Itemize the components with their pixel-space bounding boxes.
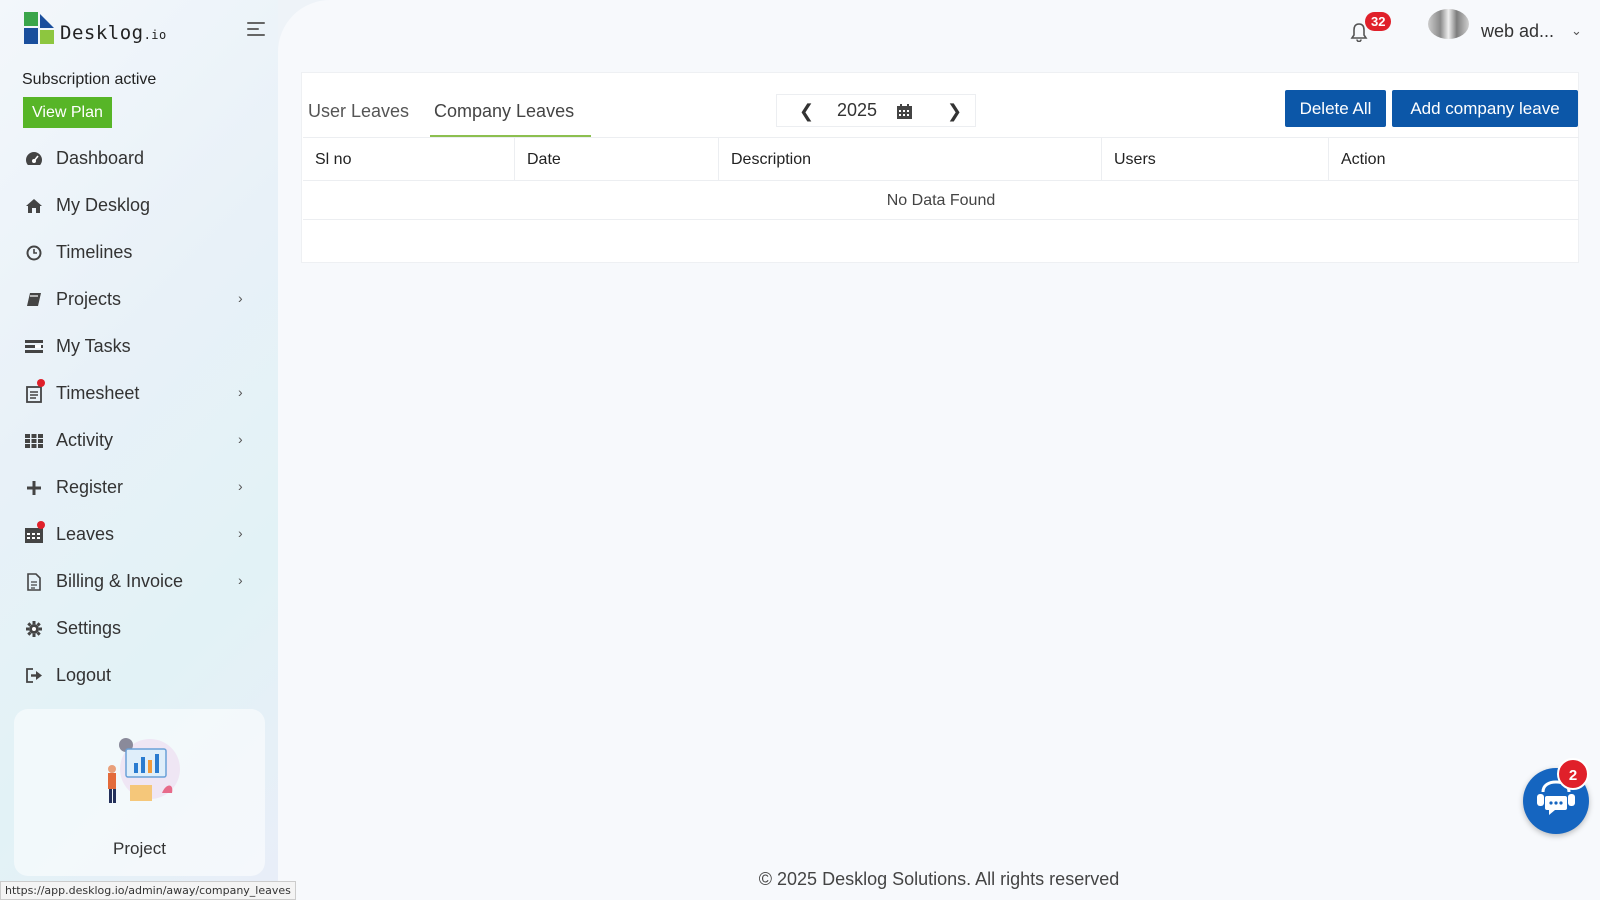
footer-copyright: © 2025 Desklog Solutions. All rights res…: [758, 869, 1120, 889]
sidebar-item-timelines[interactable]: Timelines: [0, 229, 278, 276]
logout-icon: [25, 667, 43, 685]
desklog-logo[interactable]: Desklog.io: [24, 12, 167, 44]
sidebar-nav: Dashboard My Desklog Timelines Projects …: [0, 135, 278, 699]
tab-user-leaves[interactable]: User Leaves: [308, 101, 409, 122]
column-header-users: Users: [1102, 138, 1329, 181]
project-illustration-icon: [108, 738, 180, 803]
sidebar-item-label: My Tasks: [56, 336, 131, 356]
grid-icon: [25, 432, 43, 450]
sidebar-item-label: Settings: [56, 618, 122, 638]
logo-mark-icon: [24, 12, 56, 44]
notification-dot: [37, 521, 45, 529]
chevron-right-icon: ›: [238, 572, 243, 588]
sidebar-item-label: Logout: [56, 665, 112, 685]
sidebar-item-my-tasks[interactable]: My Tasks: [0, 323, 278, 370]
sidebar-item-timesheet[interactable]: Timesheet ›: [0, 370, 278, 417]
sidebar-item-label: Timelines: [56, 242, 133, 262]
chevron-down-icon[interactable]: ⌄: [1571, 23, 1582, 39]
logo-text: Desklog.io: [60, 22, 167, 44]
sidebar-item-settings[interactable]: Settings: [0, 605, 278, 652]
sidebar-item-leaves[interactable]: Leaves ›: [0, 511, 278, 558]
year-value[interactable]: 2025: [837, 100, 877, 121]
sidebar-item-logout[interactable]: Logout: [0, 652, 278, 699]
sidebar-item-dashboard[interactable]: Dashboard: [0, 135, 278, 182]
chevron-right-icon: ›: [238, 431, 243, 447]
chevron-right-icon[interactable]: ❯: [947, 101, 962, 122]
sidebar-item-register[interactable]: Register ›: [0, 464, 278, 511]
sidebar-item-label: Leaves: [56, 524, 115, 544]
sidebar-item-my-desklog[interactable]: My Desklog: [0, 182, 278, 229]
notification-dot: [37, 379, 45, 387]
year-picker: ❮ 2025 ❯: [776, 94, 976, 127]
plus-icon: [25, 479, 43, 497]
book-icon: [25, 291, 43, 309]
add-company-leave-button[interactable]: Add company leave: [1392, 90, 1578, 127]
column-header-action: Action: [1341, 151, 1386, 168]
column-header-description: Description: [719, 138, 1102, 181]
empty-table-message: No Data Found: [303, 181, 1579, 220]
tasks-icon: [25, 338, 43, 356]
sidebar-item-projects[interactable]: Projects ›: [0, 276, 278, 323]
sidebar-item-label: Projects: [56, 289, 122, 309]
chat-badge: 2: [1557, 758, 1589, 790]
company-leaves-card: User Leaves Company Leaves ❮ 2025 ❯ Dele…: [301, 72, 1579, 263]
delete-all-button[interactable]: Delete All: [1285, 90, 1386, 127]
sidebar-item-label: My Desklog: [56, 195, 151, 215]
chevron-right-icon: ›: [238, 290, 243, 306]
timesheet-icon: [25, 385, 43, 403]
column-header-sl-no: Sl no: [303, 138, 515, 181]
sidebar-item-label: Register: [56, 477, 124, 497]
promo-card[interactable]: Project: [14, 709, 265, 876]
status-bar-url: https://app.desklog.io/admin/away/compan…: [0, 881, 296, 900]
user-name[interactable]: web ad...: [1481, 21, 1554, 42]
chevron-left-icon[interactable]: ❮: [799, 101, 814, 122]
subscription-status: Subscription active: [22, 71, 157, 88]
table-header: Sl no Date Description Users Action: [303, 137, 1579, 181]
sidebar-item-label: Dashboard: [56, 148, 145, 168]
chevron-right-icon: ›: [238, 525, 243, 541]
sidebar-item-activity[interactable]: Activity ›: [0, 417, 278, 464]
dashboard-icon: [25, 150, 43, 168]
clock-icon: [25, 244, 43, 262]
sidebar-item-billing-invoice[interactable]: Billing & Invoice ›: [0, 558, 278, 605]
sidebar-item-label: Timesheet: [56, 383, 140, 403]
notification-badge: 32: [1365, 12, 1392, 31]
chevron-right-icon: ›: [238, 384, 243, 400]
tab-company-leaves[interactable]: Company Leaves: [434, 101, 574, 122]
document-icon: [25, 572, 43, 591]
sidebar: Desklog.io Subscription active View Plan…: [0, 0, 278, 900]
chevron-right-icon: ›: [238, 478, 243, 494]
view-plan-button[interactable]: View Plan: [23, 97, 112, 128]
menu-toggle-icon[interactable]: [247, 22, 267, 38]
promo-label: Project: [113, 839, 166, 858]
sidebar-item-label: Billing & Invoice: [56, 571, 184, 591]
column-header-date: Date: [515, 138, 719, 181]
gear-icon: [25, 620, 43, 638]
sidebar-item-label: Activity: [56, 430, 114, 450]
avatar[interactable]: [1428, 9, 1469, 39]
calendar-icon[interactable]: [897, 104, 912, 119]
home-icon: [25, 197, 43, 215]
